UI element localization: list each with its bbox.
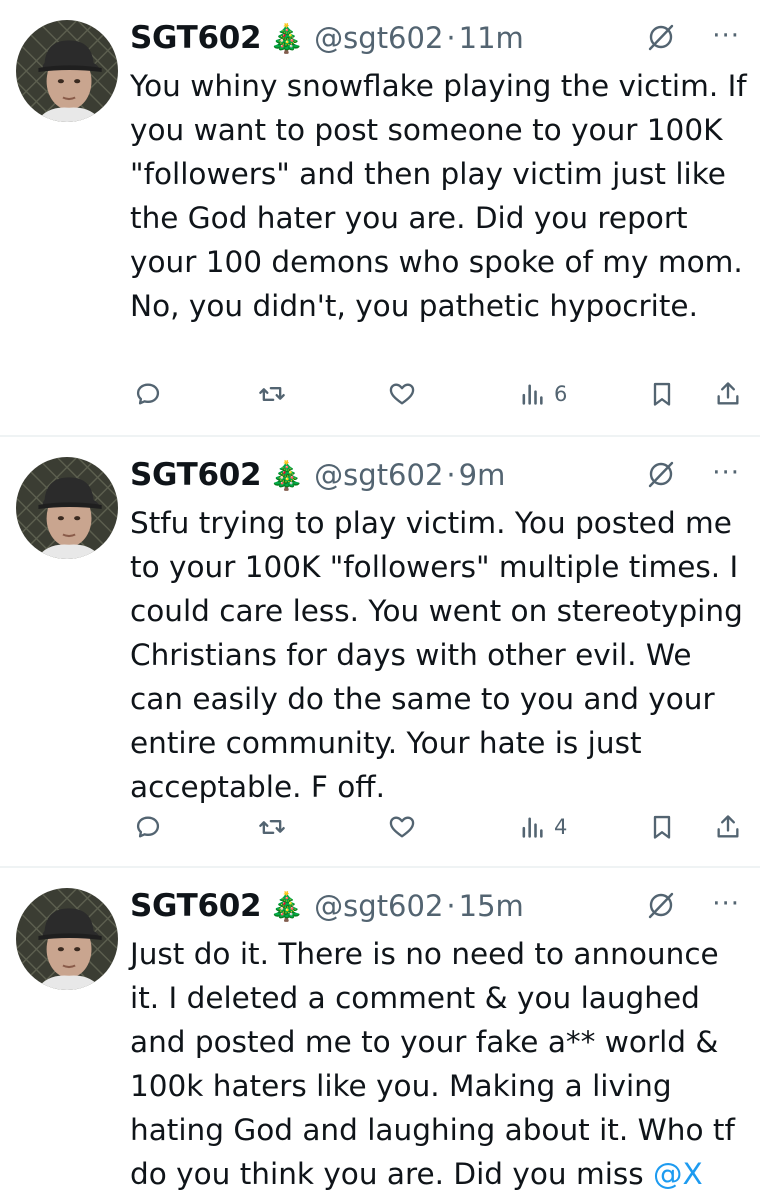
- more-icon[interactable]: ···: [712, 882, 740, 926]
- grok-icon[interactable]: [646, 890, 676, 920]
- timestamp[interactable]: 15m: [459, 889, 524, 923]
- timestamp[interactable]: 11m: [459, 21, 524, 55]
- grok-icon[interactable]: [646, 459, 676, 489]
- views-count: 6: [554, 382, 568, 406]
- mention-link[interactable]: @X: [653, 1157, 703, 1191]
- reply-icon[interactable]: [134, 807, 162, 847]
- bookmark-icon[interactable]: [648, 374, 676, 414]
- timestamp[interactable]: 9m: [459, 458, 506, 492]
- tree-emoji: 🎄: [269, 458, 305, 492]
- share-icon[interactable]: [714, 374, 742, 414]
- tweet-1[interactable]: SGT602 🎄 @sgt602 · 11m ··· You whiny sno…: [0, 0, 760, 436]
- separator-dot: ·: [446, 889, 456, 923]
- share-icon[interactable]: [714, 807, 742, 847]
- retweet-icon[interactable]: [258, 807, 286, 847]
- tweet-text: Just do it. There is no need to announce…: [130, 932, 750, 1196]
- views-icon: [522, 384, 543, 405]
- views-icon: [522, 817, 543, 838]
- tweet-text-content: You whiny snowflake playing the victim. …: [130, 69, 747, 323]
- tweet-header: SGT602 🎄 @sgt602 · 15m ···: [130, 882, 740, 930]
- tweet-header: SGT602 🎄 @sgt602 · 9m ···: [130, 451, 740, 499]
- bookmark-icon[interactable]: [648, 807, 676, 847]
- user-handle[interactable]: @sgt602: [314, 889, 443, 923]
- tweet-text-content: Stfu trying to play victim. You posted m…: [130, 506, 743, 804]
- more-icon[interactable]: ···: [712, 451, 740, 495]
- like-icon[interactable]: [388, 374, 416, 414]
- tweet-text-content: Just do it. There is no need to announce…: [130, 937, 735, 1191]
- views-button[interactable]: 4: [518, 807, 567, 847]
- user-handle[interactable]: @sgt602: [314, 21, 443, 55]
- tree-emoji: 🎄: [269, 889, 305, 923]
- avatar[interactable]: [16, 20, 118, 122]
- reply-icon[interactable]: [134, 374, 162, 414]
- views-count: 4: [554, 815, 568, 839]
- views-button[interactable]: 6: [518, 374, 567, 414]
- action-bar: 4: [130, 807, 746, 847]
- tweet-text: You whiny snowflake playing the victim. …: [130, 64, 750, 328]
- avatar[interactable]: [16, 457, 118, 559]
- action-bar: 6: [130, 374, 746, 414]
- tweet-header: SGT602 🎄 @sgt602 · 11m ···: [130, 14, 740, 62]
- like-icon[interactable]: [388, 807, 416, 847]
- user-handle[interactable]: @sgt602: [314, 458, 443, 492]
- separator-dot: ·: [446, 458, 456, 492]
- retweet-icon[interactable]: [258, 374, 286, 414]
- more-icon[interactable]: ···: [712, 14, 740, 58]
- tweet-3[interactable]: SGT602 🎄 @sgt602 · 15m ··· Just do it. T…: [0, 868, 760, 1200]
- avatar[interactable]: [16, 888, 118, 990]
- display-name[interactable]: SGT602: [130, 457, 262, 493]
- display-name[interactable]: SGT602: [130, 888, 262, 924]
- grok-icon[interactable]: [646, 22, 676, 52]
- tree-emoji: 🎄: [269, 21, 305, 55]
- separator-dot: ·: [446, 21, 456, 55]
- tweet-text: Stfu trying to play victim. You posted m…: [130, 501, 750, 809]
- display-name[interactable]: SGT602: [130, 20, 262, 56]
- tweet-2[interactable]: SGT602 🎄 @sgt602 · 9m ··· Stfu trying to…: [0, 437, 760, 867]
